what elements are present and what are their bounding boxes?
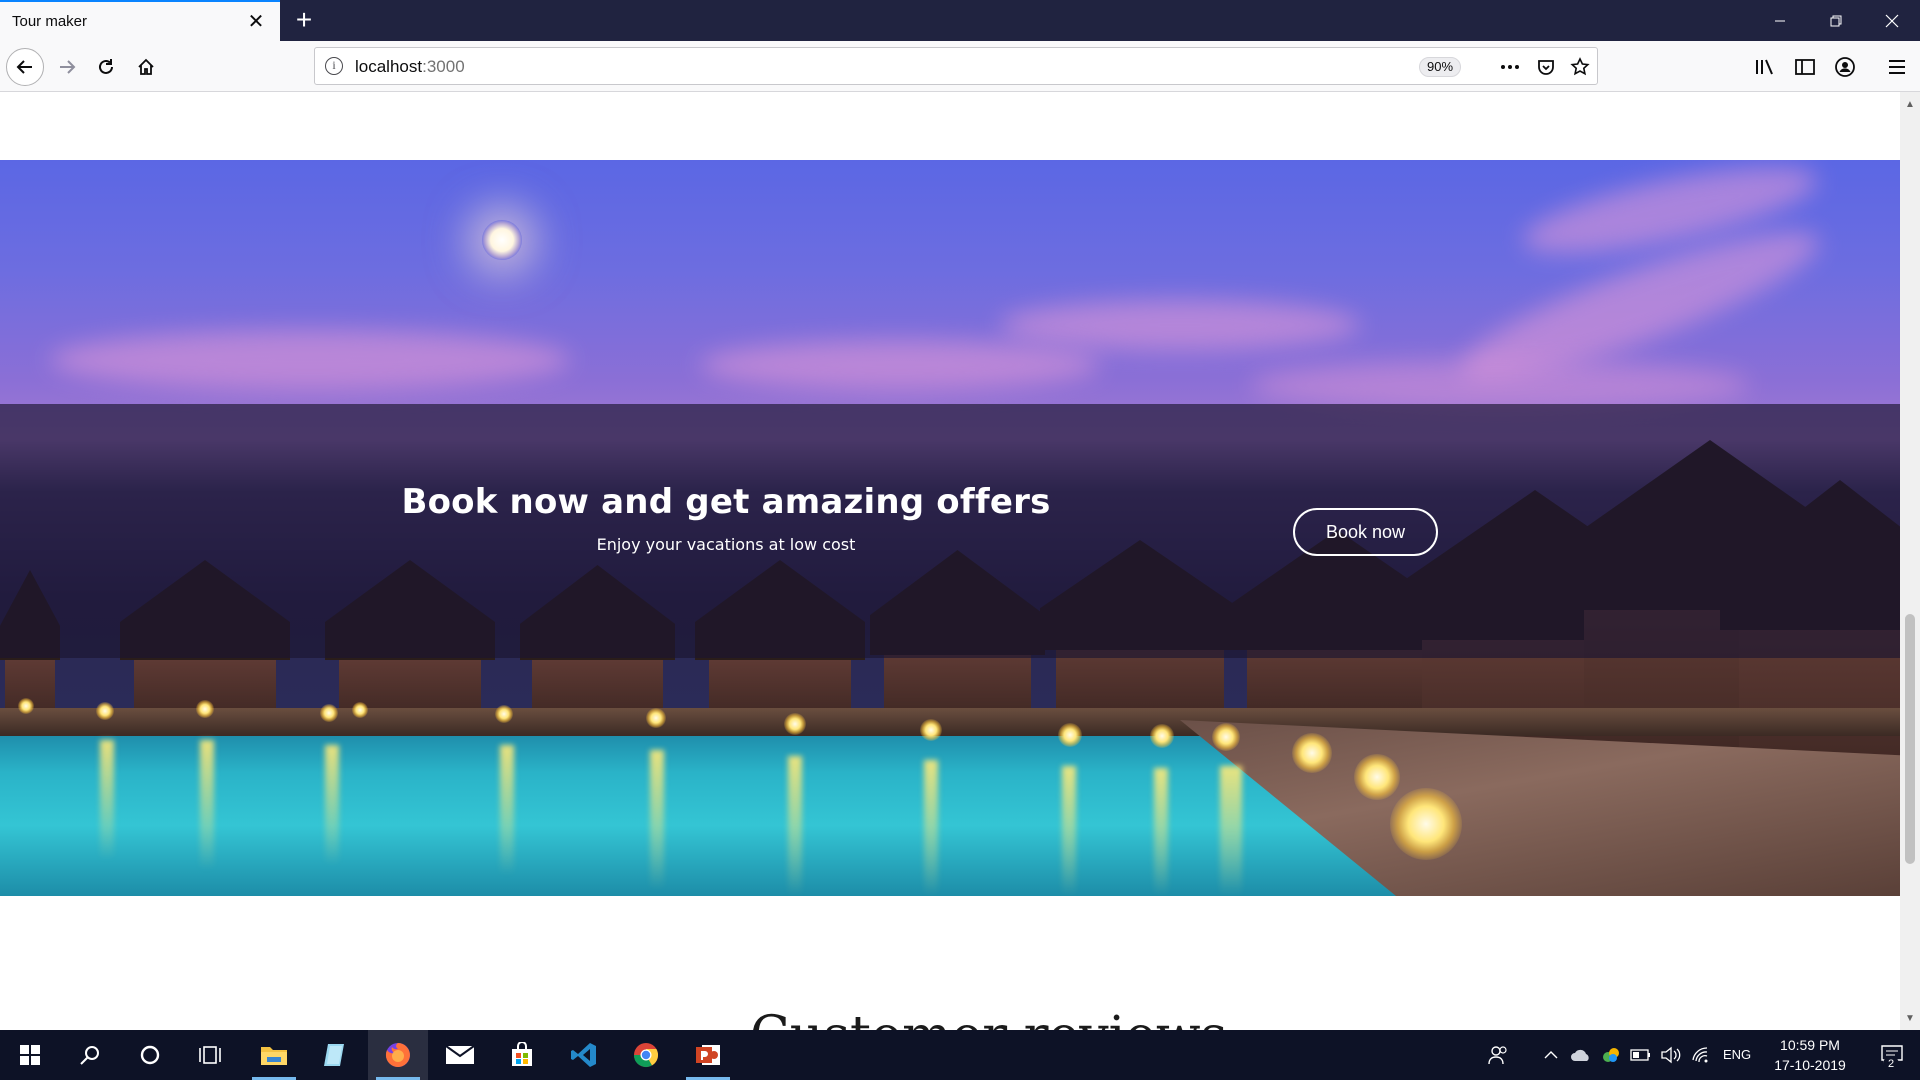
bookmark-star-icon[interactable]	[1569, 56, 1591, 78]
forward-button[interactable]	[48, 48, 86, 86]
menu-icon[interactable]	[1884, 54, 1910, 80]
home-button[interactable]	[127, 48, 165, 86]
browser-tab-strip: Tour maker ✕ +	[0, 0, 1920, 41]
account-icon[interactable]	[1832, 54, 1858, 80]
file-explorer-icon[interactable]	[244, 1030, 304, 1080]
next-section: Customer reviews	[0, 996, 1900, 1030]
powerpoint-icon[interactable]	[678, 1030, 738, 1080]
store-icon[interactable]	[492, 1030, 552, 1080]
arrow-right-icon	[60, 60, 76, 74]
chrome-icon[interactable]	[616, 1030, 676, 1080]
moon	[482, 220, 522, 260]
back-button[interactable]	[6, 48, 44, 86]
task-view-icon[interactable]	[180, 1030, 240, 1080]
banner-title: Book now and get amazing offers	[401, 482, 1051, 522]
section-heading: Customer reviews	[750, 1006, 1227, 1030]
cortana-icon[interactable]	[120, 1030, 180, 1080]
battery-icon[interactable]	[1626, 1030, 1656, 1080]
zoom-level-badge[interactable]: 90%	[1419, 57, 1462, 77]
app-tray-icon[interactable]	[1596, 1030, 1626, 1080]
pocket-icon[interactable]	[1535, 56, 1557, 78]
clock-time: 10:59 PM	[1780, 1037, 1840, 1053]
minimize-icon[interactable]	[1752, 0, 1808, 41]
mail-icon[interactable]	[430, 1030, 490, 1080]
scrollbar-thumb[interactable]	[1905, 614, 1915, 864]
close-tab-icon[interactable]: ✕	[244, 10, 268, 34]
pier	[0, 708, 1900, 736]
home-icon	[138, 58, 154, 75]
chevron-up-icon[interactable]	[1536, 1030, 1566, 1080]
book-now-button[interactable]: Book now	[1293, 508, 1438, 556]
banner-overlay	[0, 404, 1900, 658]
banner-subtitle: Enjoy your vacations at low cost	[596, 535, 856, 554]
scroll-down-icon[interactable]: ▼	[1900, 1008, 1920, 1028]
tab-title: Tour maker	[12, 13, 88, 30]
firefox-icon[interactable]	[368, 1030, 428, 1080]
url-port: :3000	[422, 57, 465, 76]
arrow-left-icon	[16, 60, 32, 74]
clock-date: 17-10-2019	[1774, 1057, 1846, 1073]
close-window-icon[interactable]	[1864, 0, 1920, 41]
wifi-icon[interactable]	[1686, 1030, 1716, 1080]
tab-tour-maker[interactable]: Tour maker ✕	[0, 0, 280, 41]
restore-icon[interactable]	[1808, 0, 1864, 41]
onedrive-icon[interactable]	[1566, 1030, 1596, 1080]
notepad-icon[interactable]	[304, 1030, 364, 1080]
reload-button[interactable]	[87, 48, 125, 86]
notification-count-badge: 2	[1883, 1056, 1899, 1072]
page-viewport: Book now and get amazing offers Enjoy yo…	[0, 92, 1900, 1030]
vscode-icon[interactable]	[554, 1030, 614, 1080]
volume-icon[interactable]	[1656, 1030, 1686, 1080]
url-text[interactable]: localhost:3000	[355, 57, 465, 77]
start-icon[interactable]	[0, 1030, 60, 1080]
navigation-toolbar: i localhost:3000 90%	[0, 41, 1920, 92]
scroll-up-icon[interactable]: ▲	[1900, 94, 1920, 114]
site-info-icon[interactable]: i	[325, 57, 343, 75]
reload-icon	[99, 59, 113, 74]
people-icon[interactable]	[1480, 1030, 1516, 1080]
search-icon[interactable]	[60, 1030, 120, 1080]
sidebar-icon[interactable]	[1792, 54, 1818, 80]
offer-banner: Book now and get amazing offers Enjoy yo…	[0, 160, 1900, 896]
language-indicator[interactable]: ENG	[1723, 1047, 1751, 1062]
system-clock[interactable]: 10:59 PM 17-10-2019	[1764, 1035, 1856, 1075]
url-bar[interactable]: i localhost:3000 90%	[314, 47, 1598, 85]
page-scrollbar[interactable]: ▲ ▼	[1900, 92, 1920, 1030]
library-icon[interactable]	[1752, 54, 1778, 80]
page-actions-icon[interactable]	[1499, 56, 1521, 78]
windows-taskbar: ENG 10:59 PM 17-10-2019 2	[0, 1030, 1920, 1080]
action-center-icon[interactable]	[1864, 1030, 1920, 1080]
new-tab-button[interactable]: +	[288, 5, 320, 37]
url-host: localhost	[355, 57, 423, 76]
